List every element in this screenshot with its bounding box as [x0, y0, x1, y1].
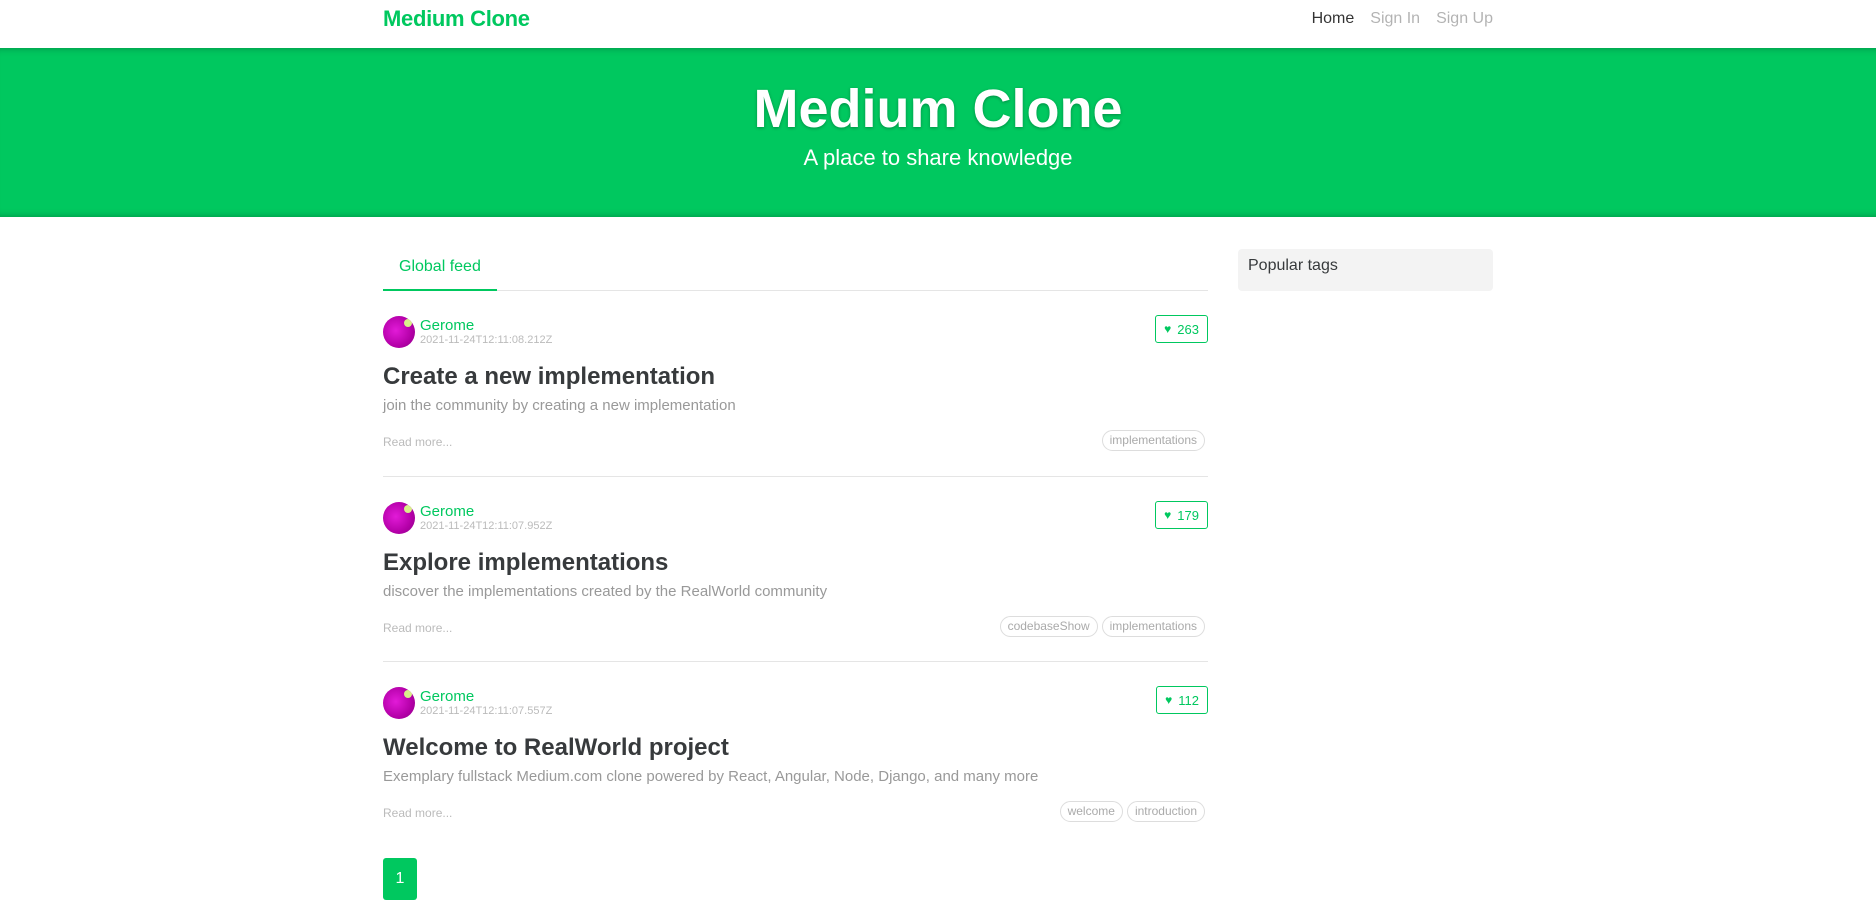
article-meta: Gerome 2021-11-24T12:11:07.952Z: [383, 501, 1208, 535]
heart-icon: ♥: [1165, 693, 1173, 707]
article-footer: Read more... welcome introduction: [383, 801, 1208, 823]
heart-icon: ♥: [1164, 322, 1172, 336]
article-preview: Gerome 2021-11-24T12:11:08.212Z ♥ 263 Cr…: [383, 291, 1208, 476]
brand-logo-link[interactable]: Medium Clone: [383, 6, 530, 32]
favorite-button[interactable]: ♥ 179: [1155, 501, 1208, 529]
tag-pill[interactable]: codebaseShow: [999, 616, 1098, 637]
author-info: Gerome 2021-11-24T12:11:08.212Z: [420, 318, 552, 346]
tag-pill[interactable]: welcome: [1059, 801, 1123, 822]
tag-pill[interactable]: introduction: [1126, 801, 1205, 822]
hero-banner: Medium Clone A place to share knowledge: [0, 48, 1876, 217]
article-meta: Gerome 2021-11-24T12:11:07.557Z: [383, 686, 1208, 720]
avatar[interactable]: [383, 687, 415, 719]
tag-list: welcome introduction: [1059, 801, 1205, 822]
article-list: Gerome 2021-11-24T12:11:08.212Z ♥ 263 Cr…: [383, 291, 1208, 846]
read-more-link[interactable]: Read more...: [383, 806, 452, 820]
article-title[interactable]: Create a new implementation: [383, 363, 1208, 391]
read-more-link[interactable]: Read more...: [383, 435, 452, 449]
avatar[interactable]: [383, 316, 415, 348]
article-preview: Gerome 2021-11-24T12:11:07.557Z ♥ 112 We…: [383, 661, 1208, 846]
article-date: 2021-11-24T12:11:08.212Z: [420, 334, 553, 346]
popular-tags-panel: Popular tags: [1238, 249, 1493, 291]
favorite-count: 263: [1177, 321, 1199, 337]
banner-title: Medium Clone: [753, 79, 1123, 139]
nav-links: Home Sign In Sign Up: [1312, 10, 1493, 28]
article-meta: Gerome 2021-11-24T12:11:08.212Z: [383, 315, 1208, 349]
heart-icon: ♥: [1164, 508, 1172, 522]
nav-sign-up-link[interactable]: Sign Up: [1436, 10, 1493, 28]
tab-global-feed[interactable]: Global feed: [383, 249, 497, 291]
nav-home-link[interactable]: Home: [1312, 10, 1355, 28]
article-date: 2021-11-24T12:11:07.557Z: [420, 705, 553, 717]
article-description: discover the implementations created by …: [383, 583, 828, 600]
article-title[interactable]: Explore implementations: [383, 549, 1208, 577]
tag-pill[interactable]: implementations: [1101, 430, 1205, 451]
article-description: Exemplary fullstack Medium.com clone pow…: [383, 768, 1039, 785]
page-1-button[interactable]: 1: [383, 858, 417, 900]
article-title[interactable]: Welcome to RealWorld project: [383, 734, 1208, 762]
pagination: 1: [383, 858, 1208, 900]
popular-tags-heading: Popular tags: [1248, 257, 1338, 274]
tag-list: codebaseShow implementations: [999, 616, 1205, 637]
article-preview: Gerome 2021-11-24T12:11:07.952Z ♥ 179 Ex…: [383, 476, 1208, 661]
read-more-link[interactable]: Read more...: [383, 621, 452, 635]
page-content: Global feed Gerome 2021-11-24T12:11:08.2…: [383, 249, 1493, 900]
article-footer: Read more... codebaseShow implementations: [383, 616, 1208, 638]
avatar[interactable]: [383, 502, 415, 534]
favorite-button[interactable]: ♥ 112: [1156, 686, 1208, 714]
top-navbar: Medium Clone Home Sign In Sign Up: [0, 0, 1876, 48]
banner-subtitle: A place to share knowledge: [803, 145, 1073, 171]
tag-list: implementations: [1101, 430, 1205, 451]
favorite-count: 179: [1177, 507, 1199, 523]
sidebar: Popular tags: [1238, 249, 1493, 900]
article-description: join the community by creating a new imp…: [383, 397, 736, 414]
favorite-count: 112: [1178, 692, 1199, 708]
article-date: 2021-11-24T12:11:07.952Z: [420, 520, 553, 532]
nav-sign-in-link[interactable]: Sign In: [1370, 10, 1420, 28]
favorite-button[interactable]: ♥ 263: [1155, 315, 1208, 343]
author-link[interactable]: Gerome: [420, 318, 552, 333]
author-info: Gerome 2021-11-24T12:11:07.557Z: [420, 689, 552, 717]
author-link[interactable]: Gerome: [420, 504, 552, 519]
feed-toggle: Global feed: [383, 249, 1208, 291]
author-link[interactable]: Gerome: [420, 689, 552, 704]
article-footer: Read more... implementations: [383, 430, 1208, 452]
tag-pill[interactable]: implementations: [1101, 616, 1205, 637]
author-info: Gerome 2021-11-24T12:11:07.952Z: [420, 504, 552, 532]
feed-column: Global feed Gerome 2021-11-24T12:11:08.2…: [383, 249, 1208, 900]
